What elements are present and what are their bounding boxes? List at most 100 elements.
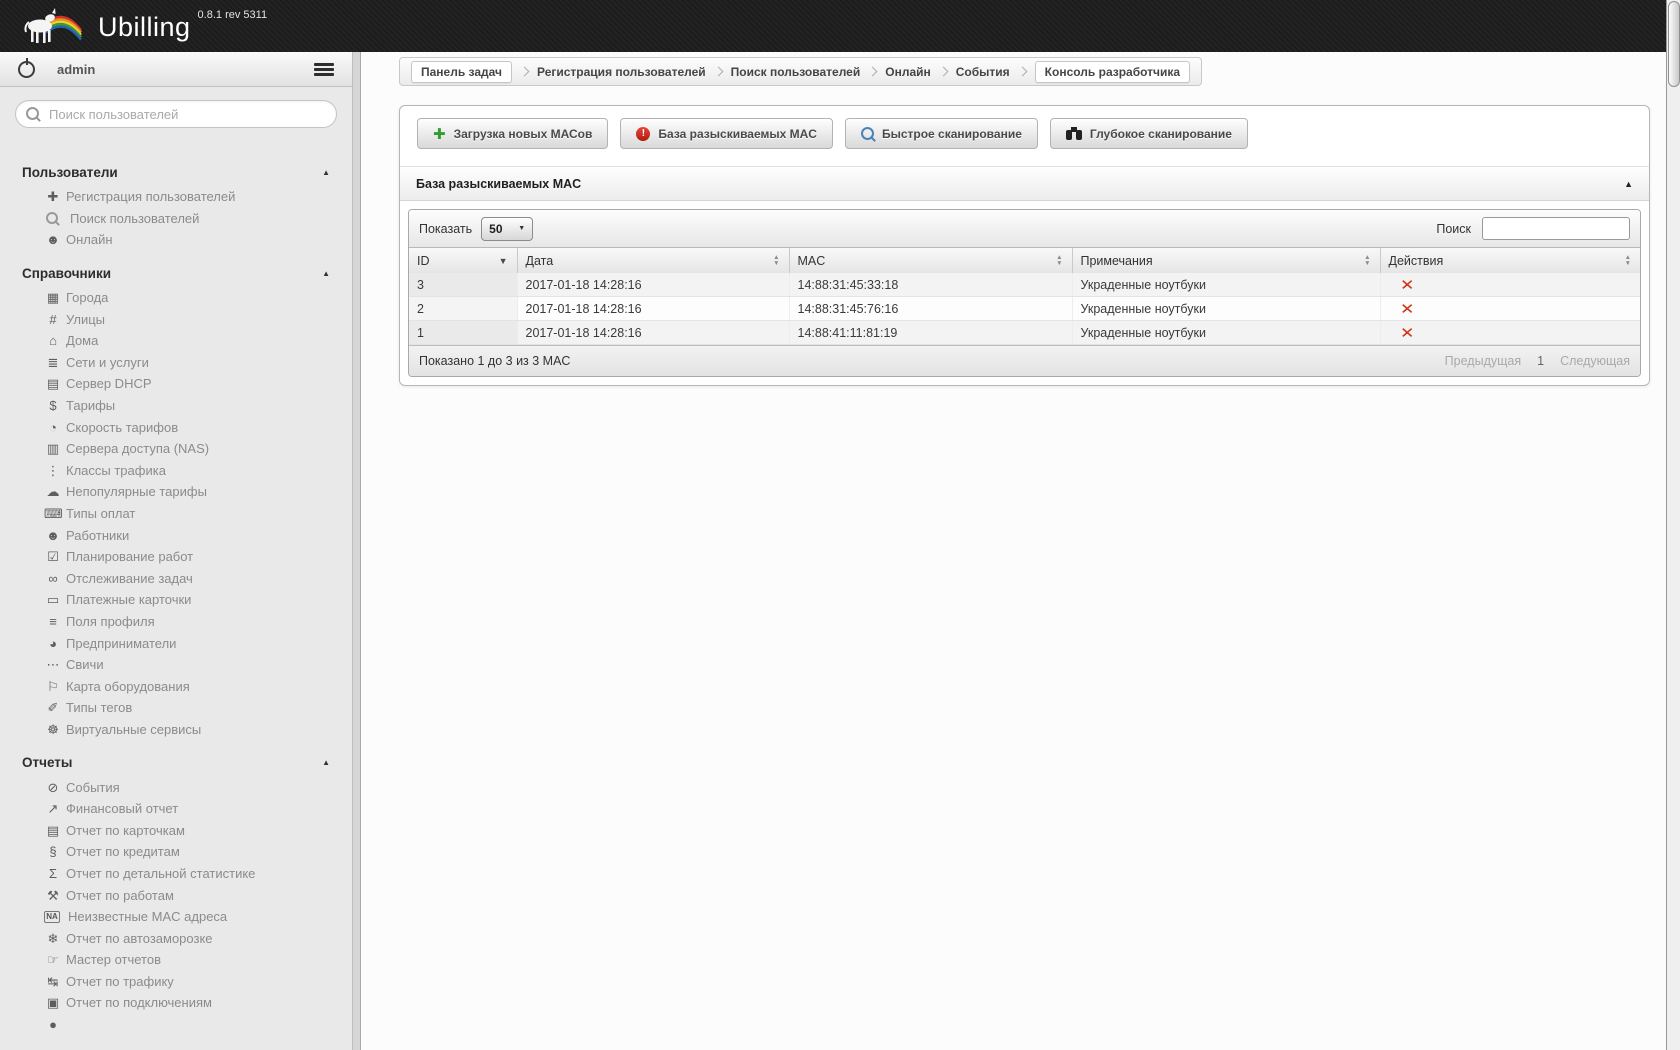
sidebar-item[interactable]: ⊘ События (0, 776, 352, 798)
sidebar-item[interactable]: ▤ Сервер DHCP (0, 373, 352, 395)
next-page-button[interactable]: Следующая (1560, 354, 1630, 368)
app-column: Ubilling 0.8.1 rev 5311 admin Пользовател… (0, 0, 1666, 1050)
sidebar-item[interactable]: ▣ Отчет по подключениям (0, 992, 352, 1014)
breadcrumb: Панель задач Регистрация пользователей Пои… (399, 57, 1203, 86)
sidebar-item[interactable]: $ Тарифы (0, 395, 352, 417)
toolbar-button[interactable]: Быстрое сканирование (844, 118, 1038, 149)
sidebar-item[interactable]: ∞ Отслеживание задач (0, 568, 352, 590)
breadcrumb-item[interactable]: Панель задач (411, 60, 512, 83)
sidebar-item[interactable]: ☞ Мастер отчетов (0, 949, 352, 971)
sidebar-item-label: Виртуальные сервисы (66, 721, 202, 737)
sidebar-item[interactable]: ⌨ Типы оплат (0, 503, 352, 525)
delete-icon[interactable]: ✕ (1400, 276, 1414, 294)
column-header[interactable]: MAC ▲ ▼ (789, 248, 1073, 273)
sidebar-item[interactable]: ↗ Финансовый отчет (0, 798, 352, 820)
page-size-value: 50 (489, 221, 503, 236)
sidebar-item[interactable]: Σ Отчет по детальной статистике (0, 863, 352, 885)
breadcrumb-item[interactable]: Поиск пользователей (731, 65, 861, 79)
toolbar-button[interactable]: ✚ Загрузка новых МАСов (417, 118, 609, 149)
sidebar-item[interactable]: § Отчет по кредитам (0, 841, 352, 863)
user-add-icon: ✚ (47, 189, 59, 205)
table-row[interactable]: 2 2017-01-18 14:28:16 14:88:31:45:76:16 Укр… (409, 296, 1640, 321)
sidebar-item[interactable]: ⋯ Свичи (0, 654, 352, 676)
sidebar-item[interactable]: ▦ Города (0, 287, 352, 309)
work-planning-icon: ☑ (47, 549, 59, 565)
column-header[interactable]: Дата ▲ ▼ (517, 248, 790, 273)
sidebar-item[interactable]: ◕ Предприниматели (0, 632, 352, 654)
sidebar-section-header[interactable]: Отчеты ▲ (0, 744, 352, 776)
sidebar-item[interactable]: ▭ Платежные карточки (0, 589, 352, 611)
table-row[interactable]: 3 2017-01-18 14:28:16 14:88:31:45:33:18 Укр… (409, 273, 1640, 297)
table-row[interactable]: 1 2017-01-18 14:28:16 14:88:41:11:81:19 Укр… (409, 320, 1640, 345)
toolbar-button-label: Загрузка новых МАСов (453, 126, 593, 141)
sidebar-item[interactable]: ☑ Планирование работ (0, 546, 352, 568)
dhcp-server-icon: ▤ (46, 376, 60, 392)
screen: Ubilling 0.8.1 rev 5311 admin Пользовател… (0, 0, 1680, 1050)
page-size-select[interactable]: 50 ▼ (481, 216, 534, 241)
sort-icon: ▲ ▼ (1364, 253, 1371, 267)
sidebar-item[interactable]: ◔ Скорость тарифов (0, 416, 352, 438)
main-columns: admin Пользователи ▲ ✚ Регистрация пользова… (0, 52, 1666, 1050)
sidebar-item[interactable]: ≡ Поля профиля (0, 611, 352, 633)
add-macs-icon: ✚ (433, 125, 446, 143)
sidebar-item[interactable]: ● (0, 1014, 352, 1036)
toolbar-button[interactable]: Глубокое сканирование (1049, 118, 1248, 149)
sort-icon: ▲ ▼ (1056, 253, 1063, 267)
page-number[interactable]: 1 (1537, 354, 1544, 368)
sidebar-item[interactable]: ❄ Отчет по автозаморозке (0, 927, 352, 949)
sidebar-item[interactable]: ▤ Отчет по карточкам (0, 819, 352, 841)
sidebar-item[interactable]: ↹ Отчет по трафику (0, 971, 352, 993)
column-header[interactable]: Действия ▲ ▼ (1380, 248, 1640, 273)
sidebar-item-label: Города (66, 290, 109, 306)
sidebar-item[interactable]: ✐ Типы тегов (0, 697, 352, 719)
task-tracking-icon: ∞ (48, 570, 58, 586)
sidebar-item[interactable]: ≣ Сети и услуги (0, 352, 352, 374)
sidebar-scrollbar[interactable] (352, 52, 361, 1050)
cards-report-icon: ▤ (46, 822, 60, 838)
unicorn-rainbow-logo (24, 8, 82, 43)
toolbar-button[interactable]: ! База разыскиваемых MAC (620, 118, 833, 149)
prev-page-button[interactable]: Предыдущая (1445, 354, 1521, 368)
power-icon[interactable] (18, 57, 35, 78)
delete-icon[interactable]: ✕ (1400, 324, 1414, 342)
credits-report-icon: § (49, 844, 57, 860)
window-scrollbar[interactable] (1666, 0, 1680, 1050)
sidebar-item[interactable]: # Улицы (0, 308, 352, 330)
networks-icon: ≣ (47, 354, 59, 370)
collapse-up-icon[interactable]: ▲ (1624, 179, 1633, 189)
breadcrumb-item[interactable]: Консоль разработчика (1034, 60, 1191, 83)
sidebar-item[interactable]: ⚒ Отчет по работам (0, 884, 352, 906)
sidebar-item[interactable]: ☁ Непопулярные тарифы (0, 481, 352, 503)
sidebar-item[interactable]: ☻ Работники (0, 524, 352, 546)
row-note: Украденные ноутбуки (1072, 273, 1381, 297)
sidebar-item[interactable]: ⋮ Классы трафика (0, 460, 352, 482)
column-header[interactable]: Примечания ▲ ▼ (1072, 248, 1381, 273)
sidebar-item[interactable]: Поиск пользователей (0, 208, 352, 230)
sidebar-section-header[interactable]: Пользователи ▲ (0, 154, 352, 186)
sidebar-item[interactable]: NA Неизвестные MAC адреса (0, 906, 352, 928)
sidebar-item[interactable]: ⌂ Дома (0, 330, 352, 352)
breadcrumb-item[interactable]: Онлайн (885, 65, 931, 79)
delete-icon[interactable]: ✕ (1400, 300, 1414, 318)
chevron-separator-icon (1017, 66, 1028, 77)
hamburger-icon[interactable] (314, 62, 334, 66)
scrollbar-thumb[interactable] (1668, 1, 1680, 87)
column-header[interactable]: ID ▼ (409, 248, 518, 273)
sidebar-item[interactable]: ☻ Онлайн (0, 229, 352, 251)
sidebar-item-label: Отчет по автозаморозке (66, 930, 213, 946)
breadcrumb-item[interactable]: Регистрация пользователей (537, 65, 706, 79)
sidebar-item-label: Дома (66, 333, 99, 349)
sort-icon: ▼ (498, 255, 508, 266)
sidebar-item[interactable]: ▥ Сервера доступа (NAS) (0, 438, 352, 460)
column-label: MAC (797, 253, 826, 268)
table-search-input[interactable] (1482, 217, 1630, 240)
collapse-arrow-icon: ▲ (322, 168, 330, 177)
streets-icon: # (49, 311, 57, 327)
sidebar-item[interactable]: ☸ Виртуальные сервисы (0, 719, 352, 741)
sidebar-item[interactable]: ⚐ Карта оборудования (0, 675, 352, 697)
user-search-input[interactable] (15, 100, 337, 128)
sidebar-section-header[interactable]: Справочники ▲ (0, 255, 352, 287)
breadcrumb-item[interactable]: События (956, 65, 1010, 79)
sidebar-item[interactable]: ✚ Регистрация пользователей (0, 186, 352, 208)
row-mac: 14:88:31:45:33:18 (789, 273, 1073, 297)
